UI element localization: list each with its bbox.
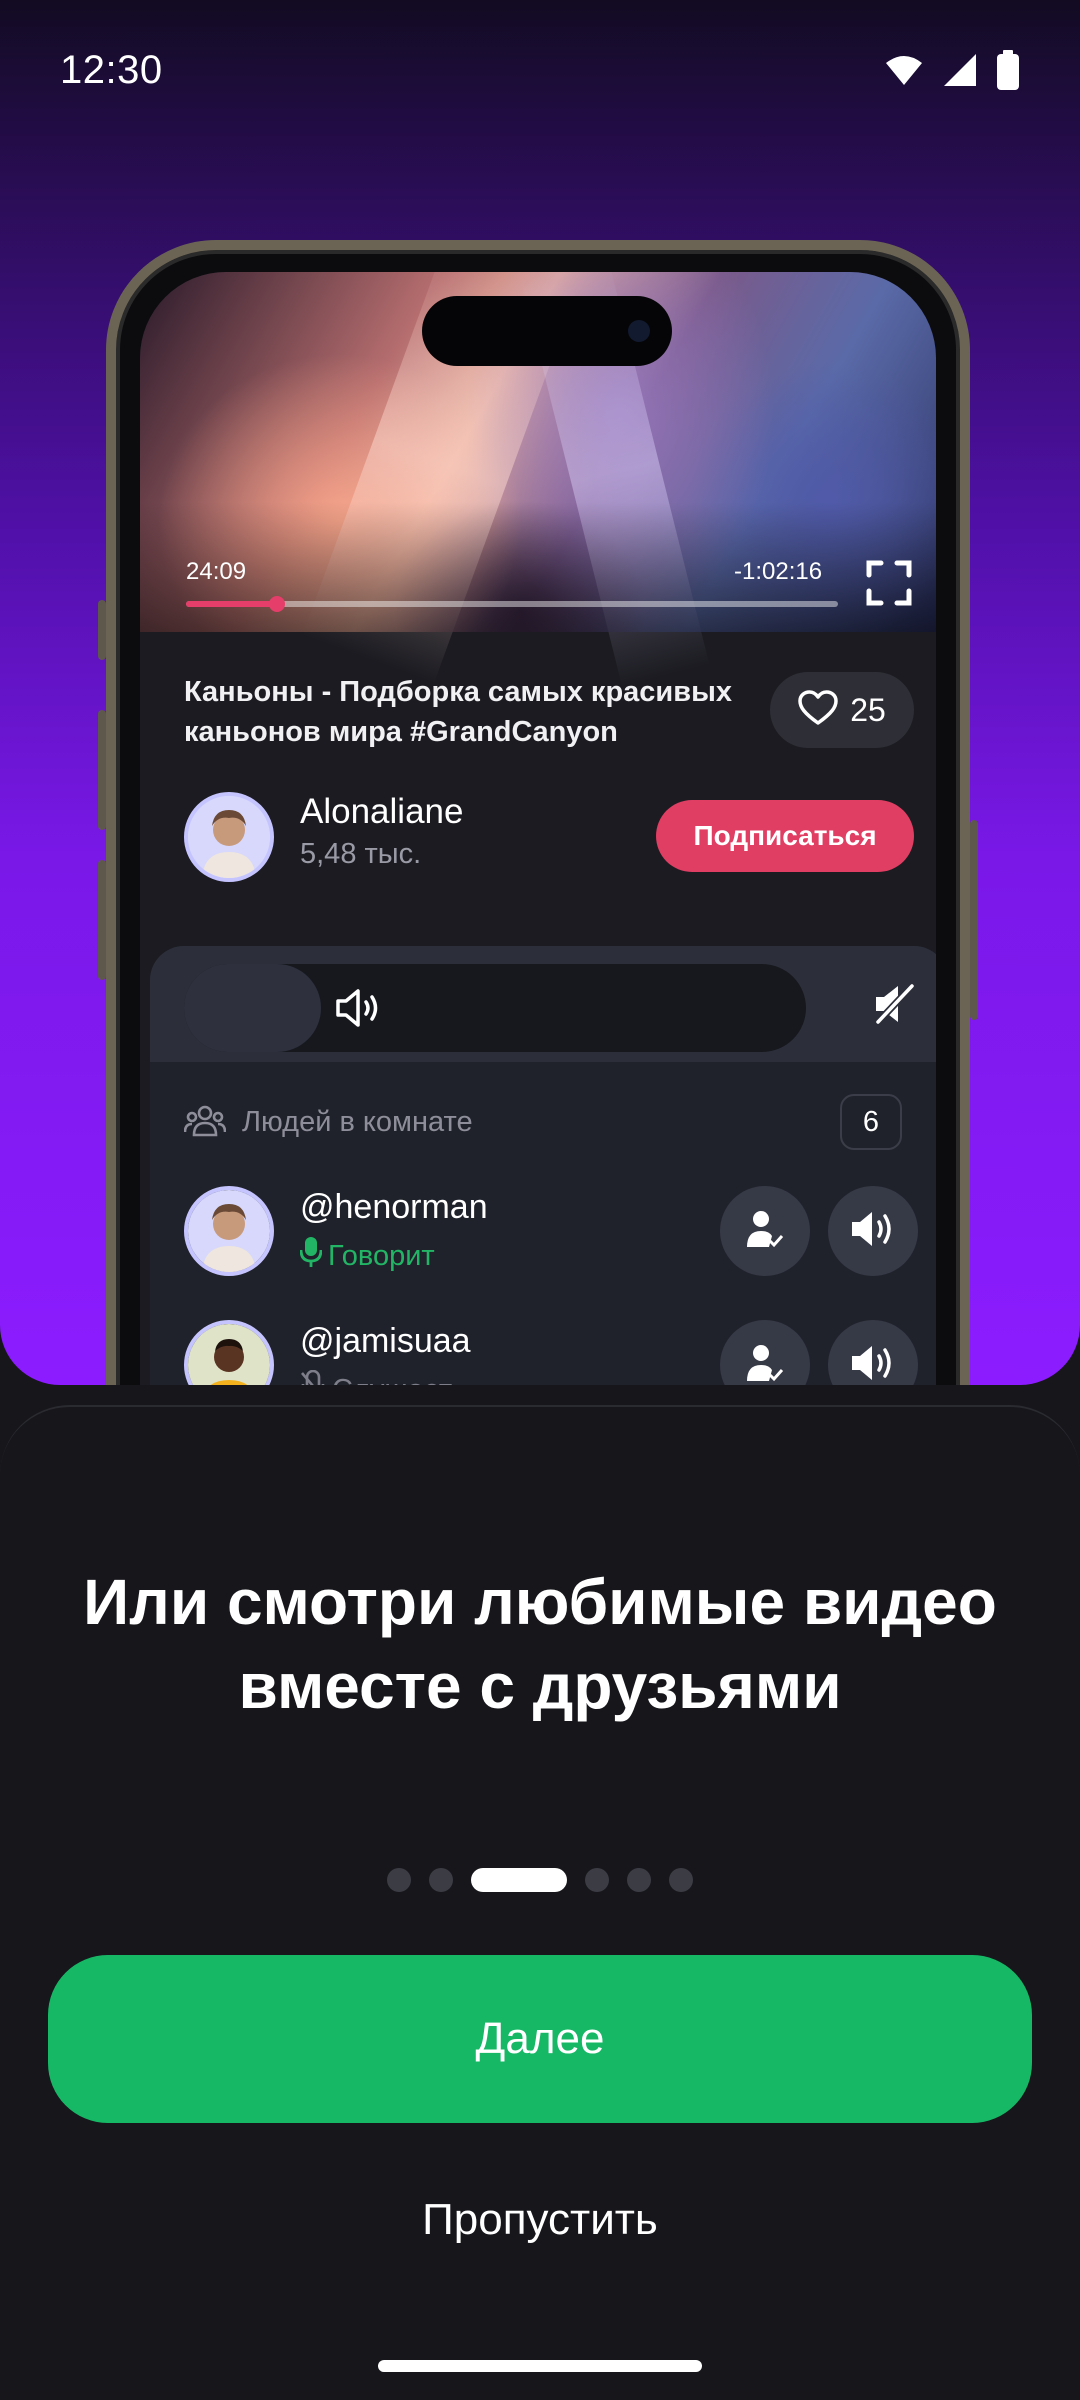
member-row: @jamisuaa Слушает	[150, 1320, 936, 1385]
phone-button	[98, 710, 106, 830]
phone-button	[98, 600, 106, 660]
volume-bar	[150, 946, 936, 1062]
channel-name: Alonaliane	[300, 792, 464, 831]
page-indicator	[0, 1868, 1080, 1892]
page-dot-active	[471, 1868, 567, 1892]
avatar[interactable]	[184, 1186, 274, 1276]
heart-icon	[798, 689, 838, 731]
remaining-time: -1:02:16	[734, 558, 823, 585]
speaker-mute-icon[interactable]	[872, 982, 916, 1031]
member-status: Говорит	[299, 1236, 435, 1276]
headline-line: Или смотри любимые видео	[83, 1566, 997, 1638]
moderator-button[interactable]	[720, 1186, 810, 1276]
signal-icon	[942, 52, 978, 88]
mic-icon	[299, 1236, 323, 1276]
user-check-icon	[743, 1341, 787, 1386]
volume-fill	[184, 964, 321, 1052]
dynamic-island	[422, 296, 672, 366]
page-dot	[585, 1868, 609, 1892]
page-dot	[627, 1868, 651, 1892]
hero-illustration: 12:30 24:09 -1:02:16 Каньоны - Подборка …	[0, 0, 1080, 1385]
member-volume-button[interactable]	[828, 1320, 918, 1385]
people-in-room-label: Людей в комнате	[242, 1106, 473, 1138]
member-status-label: Говорит	[328, 1239, 435, 1272]
status-time: 12:30	[60, 48, 163, 92]
wifi-icon	[884, 53, 924, 87]
page-dot	[429, 1868, 453, 1892]
video-progress-bar[interactable]	[186, 596, 838, 612]
volume-low-icon	[334, 986, 386, 1035]
avatar[interactable]	[184, 1320, 274, 1385]
progress-fill	[186, 601, 278, 607]
home-indicator[interactable]	[378, 2360, 702, 2372]
phone-mockup: 24:09 -1:02:16 Каньоны - Подборка самых …	[98, 240, 978, 1385]
bottom-sheet	[0, 1405, 1080, 1485]
phone-button	[970, 820, 978, 1020]
subscribe-button[interactable]: Подписаться	[656, 800, 914, 872]
page-dot	[669, 1868, 693, 1892]
status-bar: 12:30	[0, 0, 1080, 140]
member-status-label: Слушает	[332, 1374, 452, 1386]
current-time: 24:09	[186, 558, 247, 585]
page-dot	[387, 1868, 411, 1892]
headline-line: вместе с друзьями	[238, 1650, 842, 1722]
battery-icon	[996, 50, 1020, 90]
member-volume-button[interactable]	[828, 1186, 918, 1276]
onboarding-headline: Или смотри любимые видео вместе с друзья…	[0, 1560, 1080, 1728]
room-panel: Людей в комнате 6 @henorman Говорит @jam…	[150, 946, 936, 1385]
video-title: Каньоны - Подборка самых красивых каньон…	[184, 676, 732, 748]
avatar[interactable]	[184, 792, 274, 882]
volume-icon	[849, 1208, 897, 1255]
people-count-badge: 6	[840, 1094, 902, 1150]
subscriber-count: 5,48 тыс.	[300, 838, 422, 870]
status-icons	[884, 50, 1020, 90]
member-handle: @henorman	[300, 1188, 488, 1226]
volume-slider[interactable]	[184, 964, 806, 1052]
volume-icon	[849, 1342, 897, 1386]
people-icon	[183, 1102, 227, 1143]
mic-off-icon	[300, 1369, 326, 1385]
fullscreen-icon[interactable]	[866, 560, 912, 606]
user-check-icon	[743, 1207, 787, 1256]
skip-button[interactable]: Пропустить	[340, 2180, 740, 2260]
member-row: @henorman Говорит	[150, 1186, 936, 1286]
phone-screen: 24:09 -1:02:16 Каньоны - Подборка самых …	[140, 272, 936, 1385]
like-count: 25	[850, 691, 886, 728]
member-status: Слушает	[300, 1369, 452, 1386]
member-handle: @jamisuaa	[300, 1322, 471, 1360]
phone-button	[98, 860, 106, 980]
like-button[interactable]: 25	[770, 672, 914, 748]
video-player[interactable]: 24:09 -1:02:16	[140, 272, 936, 687]
moderator-button[interactable]	[720, 1320, 810, 1385]
next-button[interactable]: Далее	[48, 1955, 1032, 2123]
